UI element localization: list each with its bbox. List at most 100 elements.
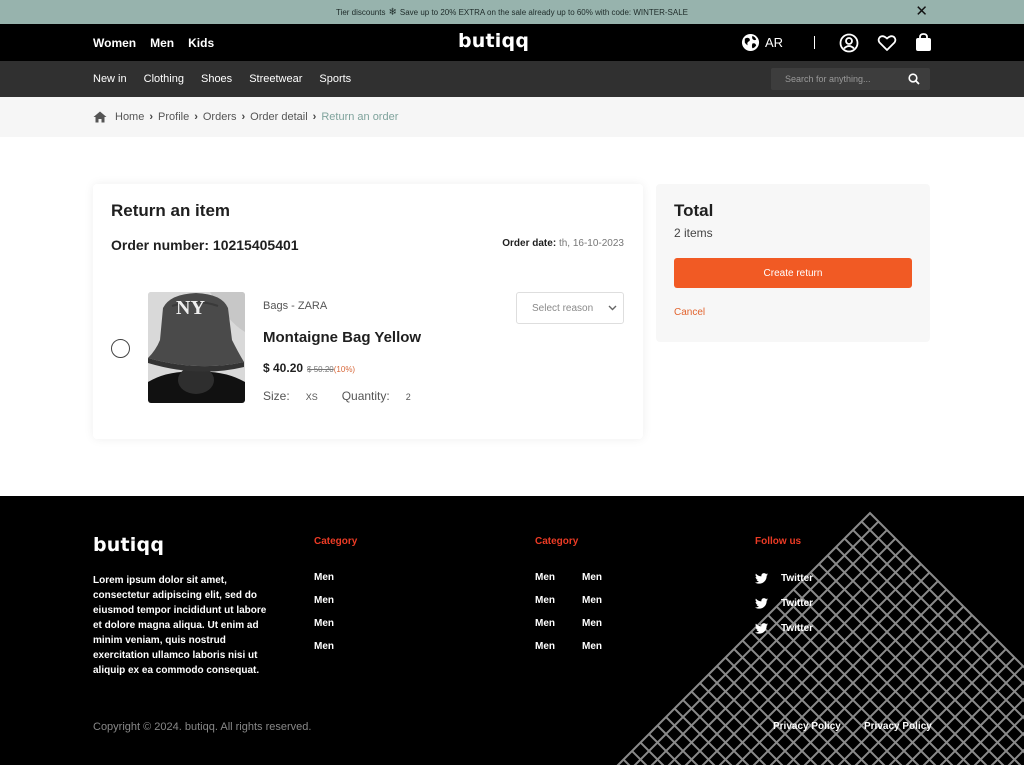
footer-link[interactable]: Men <box>535 572 555 583</box>
discount-badge: (10%) <box>333 365 356 374</box>
user-icon[interactable] <box>839 33 859 53</box>
copyright-text: Copyright © 2024. butiqq. All rights res… <box>93 721 312 733</box>
category-sports[interactable]: Sports <box>319 73 351 85</box>
item-select-radio[interactable] <box>111 339 130 358</box>
create-return-button[interactable]: Create return <box>674 258 912 288</box>
snowflake-icon: ❄ <box>388 6 397 18</box>
promo-message: Save up to 20% EXTRA on the sale already… <box>399 7 689 17</box>
category-new-in[interactable]: New in <box>93 73 127 85</box>
promo-label: Tier discounts <box>335 7 386 17</box>
footer-link[interactable]: Men <box>535 618 555 629</box>
shopping-bag-icon[interactable] <box>915 33 932 52</box>
footer-follow-heading: Follow us <box>755 536 802 547</box>
summary-title: Total <box>674 201 714 220</box>
size-label: Size: <box>263 389 290 403</box>
twitter-icon <box>755 573 768 584</box>
order-number-value: 10215405401 <box>212 237 299 253</box>
item-count: 2 items <box>674 226 713 240</box>
footer-link[interactable]: Men <box>582 595 602 606</box>
footer-link[interactable]: Men <box>582 618 602 629</box>
footer-category-links: Men Men Men Men <box>535 572 555 652</box>
cancel-link[interactable]: Cancel <box>674 307 705 318</box>
product-specs: Size: XS Quantity: 2 <box>263 389 411 403</box>
category-streetwear[interactable]: Streetwear <box>249 73 302 85</box>
quantity-value: 2 <box>405 392 411 402</box>
header-divider <box>814 36 815 49</box>
social-link-label: Twitter <box>781 623 814 634</box>
return-reason-select[interactable]: Select reason <box>516 292 624 324</box>
category-list: New in Clothing Shoes Streetwear Sports <box>93 61 351 97</box>
header-actions: AR <box>741 24 932 61</box>
social-link-label: Twitter <box>781 598 814 609</box>
chevron-right-icon: › <box>241 111 246 123</box>
footer-link[interactable]: Men <box>535 641 555 652</box>
twitter-icon <box>755 623 768 634</box>
language-label: AR <box>764 35 783 50</box>
order-date-label: Order date: <box>502 238 557 249</box>
site-logo[interactable]: butiqq <box>458 30 529 52</box>
footer-link[interactable]: Men <box>582 572 602 583</box>
search-icon[interactable] <box>908 73 920 85</box>
order-number: Order number: 10215405401 <box>111 237 299 253</box>
header-icons <box>839 33 932 53</box>
nav-women[interactable]: Women <box>93 36 136 50</box>
footer-logo[interactable]: butiqq <box>93 534 164 556</box>
language-switcher[interactable]: AR <box>741 33 783 52</box>
footer-category-links: Men Men Men Men <box>314 572 334 652</box>
search-input[interactable] <box>785 74 908 84</box>
footer-link[interactable]: Men <box>314 595 334 606</box>
chevron-right-icon: › <box>194 111 198 123</box>
footer-link[interactable]: Men <box>314 641 334 652</box>
svg-text:NY: NY <box>176 297 205 319</box>
footer-link[interactable]: Men <box>535 595 555 606</box>
footer-link[interactable]: Men <box>314 572 334 583</box>
breadcrumb-home[interactable]: Home <box>115 111 144 123</box>
breadcrumb-order-detail[interactable]: Order detail <box>250 111 307 123</box>
social-links: Twitter Twitter Twitter <box>755 572 813 635</box>
breadcrumb-current: Return an order <box>321 111 399 123</box>
page-title: Return an item <box>111 201 231 220</box>
footer-link[interactable]: Men <box>582 641 602 652</box>
top-navigation: Women Men Kids butiqq AR <box>0 24 1024 61</box>
category-navigation: New in Clothing Shoes Streetwear Sports <box>0 61 1024 97</box>
size-value: XS <box>305 392 318 402</box>
product-image: NY <box>148 292 245 403</box>
category-clothing[interactable]: Clothing <box>144 73 184 85</box>
breadcrumb-orders[interactable]: Orders <box>203 111 237 123</box>
globe-icon <box>741 33 759 52</box>
site-footer: butiqq Lorem ipsum dolor sit amet, conse… <box>0 496 1024 765</box>
chevron-down-icon <box>608 305 617 311</box>
home-icon[interactable] <box>93 111 107 123</box>
twitter-icon <box>755 598 768 609</box>
order-date: Order date: th, 16-10-2023 <box>502 238 624 249</box>
footer-about-text: Lorem ipsum dolor sit amet, consectetur … <box>93 575 267 676</box>
original-price: $ 50.20 <box>307 365 334 374</box>
current-price: $ 40.20 <box>263 361 304 375</box>
product-brand: Bags - ZARA <box>263 300 328 312</box>
privacy-policy-link[interactable]: Privacy Policy <box>864 721 932 732</box>
nav-kids[interactable]: Kids <box>188 36 214 50</box>
heart-icon[interactable] <box>877 34 897 52</box>
breadcrumb-profile[interactable]: Profile <box>158 111 189 123</box>
close-icon[interactable]: ✕ <box>915 3 928 21</box>
privacy-policy-link[interactable]: Privacy Policy <box>773 721 841 732</box>
breadcrumb: Home › Profile › Orders › Order detail ›… <box>0 97 1024 137</box>
footer-category-heading: Category <box>535 536 579 547</box>
category-shoes[interactable]: Shoes <box>201 73 232 85</box>
chevron-right-icon: › <box>312 111 317 123</box>
nav-men[interactable]: Men <box>150 36 174 50</box>
product-price: $ 40.20 $ 50.20 (10%) <box>263 361 355 375</box>
social-link-label: Twitter <box>781 573 814 584</box>
gender-nav: Women Men Kids <box>93 24 214 61</box>
return-item-card: Return an item Order number: 10215405401… <box>93 184 643 439</box>
footer-link[interactable]: Men <box>314 618 334 629</box>
search-box <box>771 68 930 90</box>
social-link-twitter[interactable]: Twitter <box>755 597 813 610</box>
social-link-twitter[interactable]: Twitter <box>755 572 813 585</box>
social-link-twitter[interactable]: Twitter <box>755 622 813 635</box>
order-number-label: Order number: <box>111 237 210 253</box>
footer-category-heading: Category <box>314 536 358 547</box>
order-date-value: th, 16-10-2023 <box>558 238 624 249</box>
return-summary: Total 2 items Create return Cancel <box>656 184 930 342</box>
footer-category-links: Men Men Men Men <box>582 572 602 652</box>
